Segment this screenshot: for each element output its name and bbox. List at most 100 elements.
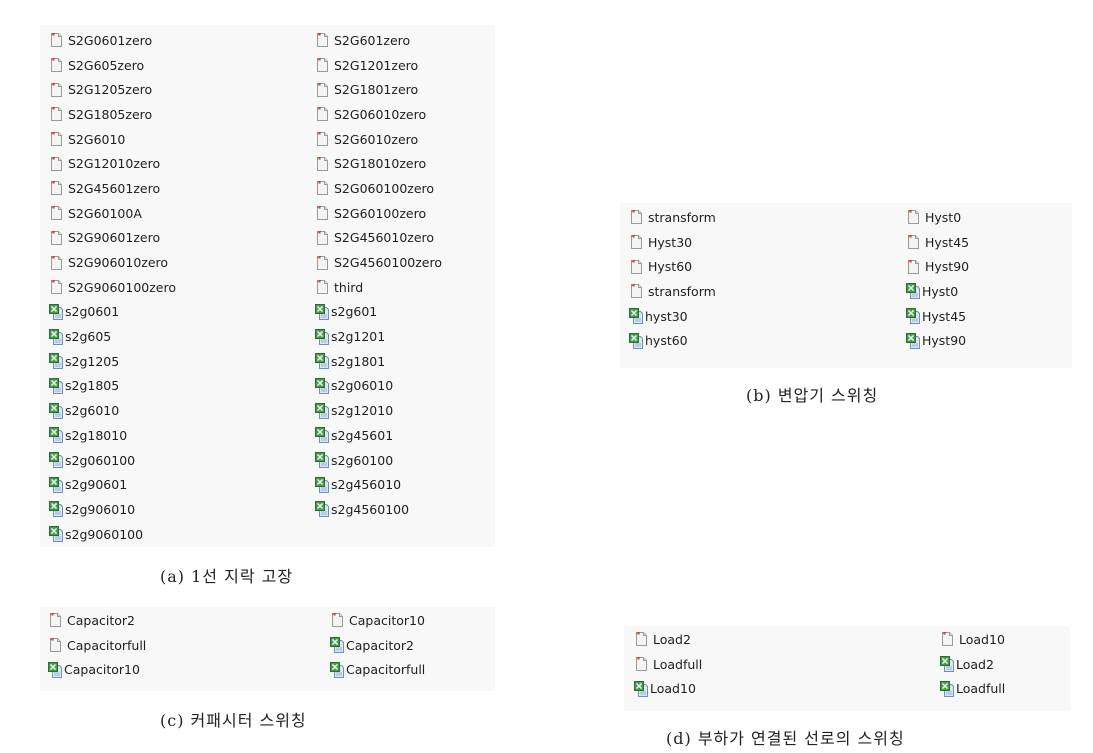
file-item[interactable]: s2g0601 bbox=[49, 300, 176, 325]
file-item[interactable]: s2g601 bbox=[315, 300, 442, 325]
excel-file-icon bbox=[49, 402, 64, 419]
file-item[interactable]: Capacitorfull bbox=[330, 657, 425, 682]
generic-file-icon bbox=[49, 131, 64, 147]
file-name: Capacitorfull bbox=[346, 662, 426, 678]
file-item[interactable]: s2g4560100 bbox=[315, 497, 442, 522]
file-item[interactable]: s2g90601 bbox=[49, 472, 176, 497]
file-item[interactable]: S2G4560100zero bbox=[315, 250, 442, 275]
file-item[interactable]: s2g6010 bbox=[49, 398, 176, 423]
file-item[interactable]: third bbox=[315, 275, 442, 300]
caption-a: (a) 1선 지락 고장 bbox=[160, 567, 294, 586]
file-item[interactable]: S2G601zero bbox=[315, 28, 442, 53]
file-name: Capacitorfull bbox=[67, 637, 147, 653]
file-item[interactable]: stransform bbox=[629, 279, 716, 304]
file-item[interactable]: Hyst30 bbox=[629, 230, 716, 255]
file-item[interactable]: s2g12010 bbox=[315, 398, 442, 423]
file-item[interactable]: Capacitor2 bbox=[48, 608, 146, 633]
caption-d: (d) 부하가 연결된 선로의 스위칭 bbox=[666, 729, 905, 748]
file-name: s2g1801 bbox=[331, 353, 386, 369]
file-item[interactable]: S2G456010zero bbox=[315, 226, 442, 251]
file-name: Hyst30 bbox=[648, 234, 693, 250]
file-item[interactable]: stransform bbox=[629, 205, 716, 230]
generic-file-icon bbox=[315, 32, 330, 48]
file-item[interactable]: S2G1805zero bbox=[49, 102, 176, 127]
file-name: hyst60 bbox=[645, 333, 688, 349]
panel-d-file-list: Load2 Loadfull Load10 Load10 Load2 Loadfull bbox=[624, 626, 1070, 711]
file-item[interactable]: Load2 bbox=[634, 627, 702, 652]
file-item[interactable]: S2G060100zero bbox=[315, 176, 442, 201]
file-item[interactable]: S2G60100zero bbox=[315, 201, 442, 226]
file-name: s2g9060100 bbox=[65, 526, 144, 542]
file-name: S2G601zero bbox=[334, 32, 411, 48]
excel-file-icon bbox=[315, 377, 330, 394]
excel-file-icon bbox=[49, 303, 64, 320]
excel-file-icon bbox=[49, 427, 64, 444]
generic-file-icon bbox=[315, 57, 330, 73]
file-item[interactable]: S2G06010zero bbox=[315, 102, 442, 127]
file-item[interactable]: S2G12010zero bbox=[49, 151, 176, 176]
generic-file-icon bbox=[315, 205, 330, 221]
file-item[interactable]: s2g1801 bbox=[315, 349, 442, 374]
file-name: Hyst45 bbox=[925, 234, 970, 250]
file-item[interactable]: Hyst45 bbox=[906, 304, 969, 329]
file-item[interactable]: Loadfull bbox=[634, 652, 702, 677]
excel-file-icon bbox=[315, 476, 330, 493]
file-item[interactable]: Load10 bbox=[940, 627, 1005, 652]
generic-file-icon bbox=[315, 279, 330, 295]
file-item[interactable]: s2g1805 bbox=[49, 374, 176, 399]
file-item[interactable]: Hyst0 bbox=[906, 279, 969, 304]
generic-file-icon bbox=[315, 131, 330, 147]
file-item[interactable]: s2g45601 bbox=[315, 423, 442, 448]
file-item[interactable]: Hyst60 bbox=[629, 254, 716, 279]
file-item[interactable]: Hyst90 bbox=[906, 254, 969, 279]
panel-b-right-column: Hyst0 Hyst45 Hyst90 Hyst0 Hyst45 Hyst90 bbox=[906, 205, 969, 353]
excel-file-icon bbox=[315, 427, 330, 444]
file-item[interactable]: S2G6010zero bbox=[315, 127, 442, 152]
excel-file-icon bbox=[49, 501, 64, 518]
generic-file-icon bbox=[629, 209, 644, 225]
file-item[interactable]: Capacitor10 bbox=[48, 657, 146, 682]
generic-file-icon bbox=[906, 234, 921, 250]
file-item[interactable]: s2g605 bbox=[49, 324, 176, 349]
file-item[interactable]: hyst30 bbox=[629, 304, 716, 329]
file-name: Load2 bbox=[956, 656, 994, 672]
file-item[interactable]: Loadfull bbox=[940, 676, 1005, 701]
file-item[interactable]: s2g906010 bbox=[49, 497, 176, 522]
file-item[interactable]: s2g06010 bbox=[315, 374, 442, 399]
file-item[interactable]: s2g1201 bbox=[315, 324, 442, 349]
file-item[interactable]: s2g18010 bbox=[49, 423, 176, 448]
file-item[interactable]: S2G60100A bbox=[49, 201, 176, 226]
file-item[interactable]: s2g1205 bbox=[49, 349, 176, 374]
file-item[interactable]: Capacitor10 bbox=[330, 608, 425, 633]
file-item[interactable]: s2g60100 bbox=[315, 448, 442, 473]
file-item[interactable]: S2G18010zero bbox=[315, 151, 442, 176]
file-name: Hyst90 bbox=[922, 333, 967, 349]
file-item[interactable]: s2g456010 bbox=[315, 472, 442, 497]
file-item[interactable]: Capacitor2 bbox=[330, 633, 425, 658]
file-name: s2g12010 bbox=[331, 403, 394, 419]
file-item[interactable]: S2G45601zero bbox=[49, 176, 176, 201]
file-item[interactable]: S2G90601zero bbox=[49, 226, 176, 251]
excel-file-icon bbox=[48, 661, 63, 678]
file-item[interactable]: S2G1201zero bbox=[315, 53, 442, 78]
excel-file-icon bbox=[906, 332, 921, 349]
file-item[interactable]: hyst60 bbox=[629, 328, 716, 353]
file-item[interactable]: Hyst90 bbox=[906, 328, 969, 353]
file-item[interactable]: S2G1205zero bbox=[49, 77, 176, 102]
file-item[interactable]: Load2 bbox=[940, 652, 1005, 677]
file-item[interactable]: s2g060100 bbox=[49, 448, 176, 473]
file-item[interactable]: s2g9060100 bbox=[49, 522, 176, 547]
file-item[interactable]: S2G0601zero bbox=[49, 28, 176, 53]
file-item[interactable]: Capacitorfull bbox=[48, 633, 146, 658]
file-name: S2G6010 bbox=[68, 131, 126, 147]
file-item[interactable]: Hyst45 bbox=[906, 230, 969, 255]
file-name: third bbox=[334, 279, 364, 295]
file-item[interactable]: Hyst0 bbox=[906, 205, 969, 230]
file-item[interactable]: S2G605zero bbox=[49, 53, 176, 78]
file-item[interactable]: S2G906010zero bbox=[49, 250, 176, 275]
file-item[interactable]: S2G9060100zero bbox=[49, 275, 176, 300]
file-item[interactable]: S2G1801zero bbox=[315, 77, 442, 102]
file-item[interactable]: Load10 bbox=[634, 676, 702, 701]
file-name: Capacitor10 bbox=[349, 612, 425, 628]
file-item[interactable]: S2G6010 bbox=[49, 127, 176, 152]
